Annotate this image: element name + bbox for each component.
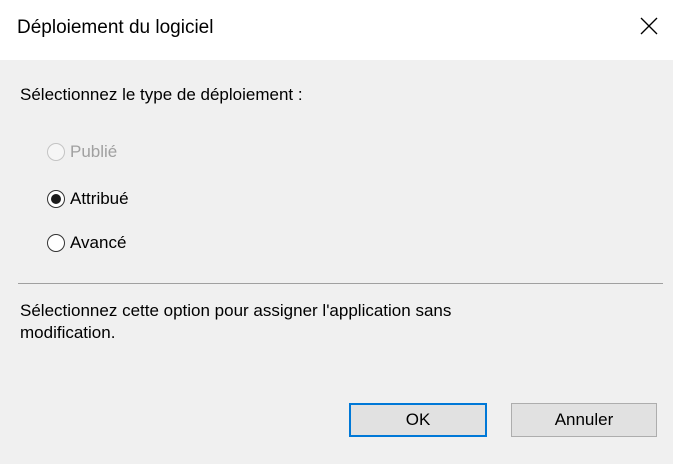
- divider: [18, 283, 663, 284]
- close-icon: [640, 17, 658, 35]
- title-bar: Déploiement du logiciel: [0, 0, 673, 60]
- radio-label-published: Publié: [70, 142, 118, 161]
- cancel-button[interactable]: Annuler: [511, 403, 657, 437]
- radio-button-advanced[interactable]: [47, 234, 65, 252]
- option-description: Sélectionnez cette option pour assigner …: [20, 300, 640, 344]
- radio-published[interactable]: Publié: [47, 142, 117, 162]
- window-title: Déploiement du logiciel: [17, 17, 214, 38]
- close-button[interactable]: [628, 8, 670, 44]
- description-line-2: modification.: [20, 323, 116, 342]
- radio-selected-dot: [51, 194, 61, 204]
- radio-assigned[interactable]: Attribué: [47, 189, 129, 209]
- deployment-type-prompt: Sélectionnez le type de déploiement :: [20, 85, 303, 104]
- radio-button-assigned[interactable]: [47, 190, 65, 208]
- radio-label-advanced: Avancé: [70, 233, 127, 252]
- radio-label-assigned: Attribué: [70, 189, 129, 208]
- description-line-1: Sélectionnez cette option pour assigner …: [20, 301, 452, 320]
- ok-button[interactable]: OK: [349, 403, 487, 437]
- radio-advanced[interactable]: Avancé: [47, 233, 126, 253]
- radio-button-published[interactable]: [47, 143, 65, 161]
